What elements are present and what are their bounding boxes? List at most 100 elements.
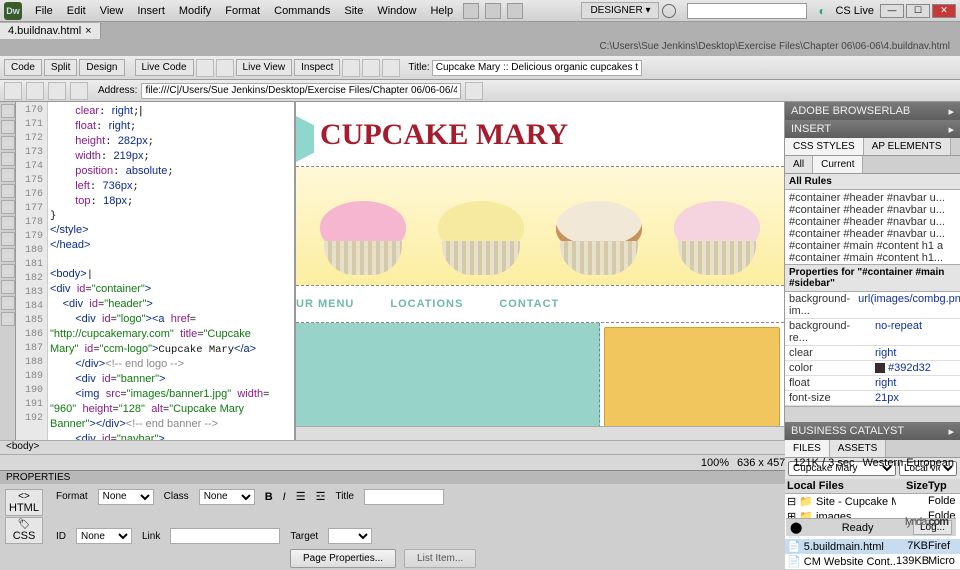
extend-icon[interactable] <box>485 3 501 19</box>
refresh-icon[interactable] <box>362 59 380 77</box>
title-label: Title: <box>408 62 429 73</box>
tool-icon[interactable] <box>1 264 15 278</box>
tool-icon[interactable] <box>1 216 15 230</box>
go-icon[interactable] <box>465 82 483 100</box>
col-localfiles[interactable]: Local Files <box>787 480 896 492</box>
tool-icon[interactable] <box>1 120 15 134</box>
menu-site[interactable]: Site <box>337 5 370 17</box>
livecode-icon[interactable] <box>216 59 234 77</box>
tab-css-styles[interactable]: CSS STYLES <box>785 138 864 155</box>
col-size[interactable]: Size <box>896 480 928 492</box>
business-catalyst-panel[interactable]: BUSINESS CATALYST▸ <box>785 422 960 440</box>
search-icon <box>662 4 676 18</box>
ol-button[interactable]: ☲ <box>316 490 326 503</box>
code-toolbar <box>0 102 16 440</box>
zoom-level[interactable]: 100% <box>701 457 729 469</box>
tool-icon[interactable] <box>1 200 15 214</box>
cslive-icon: ◐ <box>818 4 832 18</box>
id-select[interactable]: None <box>76 528 132 544</box>
tab-files[interactable]: FILES <box>785 440 830 457</box>
stop-icon[interactable] <box>48 82 66 100</box>
status-bar: 100% 636 x 457 121K / 3 sec Western Euro… <box>0 454 960 470</box>
menu-commands[interactable]: Commands <box>267 5 337 17</box>
inspect-button[interactable]: Inspect <box>294 59 340 76</box>
tool-icon[interactable] <box>1 296 15 310</box>
nav-menu[interactable]: UR MENU <box>296 298 354 310</box>
horizontal-scrollbar[interactable] <box>296 426 784 440</box>
bold-button[interactable]: B <box>265 491 273 503</box>
menu-help[interactable]: Help <box>423 5 460 17</box>
title-field[interactable] <box>432 60 642 76</box>
tool-icon[interactable] <box>1 136 15 150</box>
browserlab-panel[interactable]: ADOBE BROWSERLAB▸ <box>785 102 960 120</box>
main-area: 170 171 172 173 174 175 176 177 178 179 … <box>0 102 960 440</box>
menu-file[interactable]: File <box>28 5 60 17</box>
address-field[interactable] <box>141 83 461 99</box>
css-all-button[interactable]: All <box>785 156 813 173</box>
props-html-button[interactable]: <> HTML <box>5 489 43 516</box>
page-size: 121K / 3 sec <box>793 457 854 469</box>
tab-ap-elements[interactable]: AP ELEMENTS <box>864 138 951 155</box>
maximize-button[interactable]: ☐ <box>906 4 930 18</box>
tab-assets[interactable]: ASSETS <box>830 440 886 457</box>
tool-icon[interactable] <box>1 152 15 166</box>
encoding[interactable]: Western European <box>862 457 954 469</box>
italic-button[interactable]: I <box>283 491 286 503</box>
menu-format[interactable]: Format <box>218 5 267 17</box>
liveview-button[interactable]: Live View <box>236 59 293 76</box>
nav-locations[interactable]: LOCATIONS <box>390 298 463 310</box>
split-view-button[interactable]: Split <box>44 59 77 76</box>
back-icon[interactable] <box>4 82 22 100</box>
cslive-button[interactable]: CS Live <box>835 5 874 17</box>
tool-icon[interactable] <box>1 168 15 182</box>
menu-window[interactable]: Window <box>370 5 423 17</box>
document-tab[interactable]: 4.buildnav.html × <box>0 23 101 39</box>
livecode-button[interactable]: Live Code <box>135 59 194 76</box>
format-select[interactable]: None <box>98 489 154 505</box>
menu-bar: Dw File Edit View Insert Modify Format C… <box>0 0 960 22</box>
layout-icon[interactable] <box>463 3 479 19</box>
site-icon[interactable] <box>507 3 523 19</box>
tool-icon[interactable] <box>1 312 15 326</box>
watermark: lynda.com <box>905 504 948 532</box>
insert-panel[interactable]: INSERT▸ <box>785 120 960 138</box>
menu-edit[interactable]: Edit <box>60 5 93 17</box>
document-tab-label: 4.buildnav.html <box>8 25 81 37</box>
css-current-button[interactable]: Current <box>813 156 863 173</box>
page-properties-button[interactable]: Page Properties... <box>290 549 396 568</box>
menu-modify[interactable]: Modify <box>172 5 218 17</box>
link-input[interactable] <box>170 528 280 544</box>
class-select[interactable]: None <box>199 489 255 505</box>
forward-icon[interactable] <box>26 82 44 100</box>
target-select[interactable] <box>328 528 372 544</box>
preview-content <box>296 323 600 433</box>
ul-button[interactable]: ☰ <box>296 490 306 503</box>
minimize-button[interactable]: — <box>880 4 904 18</box>
design-preview[interactable]: CUPCAKE MARY UR MENU LOCATIONS CONTACT <box>296 102 785 440</box>
search-input[interactable] <box>687 3 807 19</box>
options-icon[interactable] <box>382 59 400 77</box>
tool-icon[interactable] <box>1 248 15 262</box>
tab-close-icon[interactable]: × <box>85 25 91 37</box>
workspace-switcher[interactable]: DESIGNER ▾ <box>581 2 659 19</box>
code-editor[interactable]: clear: right;| float: right; height: 282… <box>48 102 296 440</box>
menu-insert[interactable]: Insert <box>130 5 172 17</box>
close-button[interactable]: ✕ <box>932 4 956 18</box>
list-item-button: List Item... <box>404 549 476 568</box>
browser-icon[interactable] <box>342 59 360 77</box>
css-rules-list[interactable]: #container #header #navbar u...#containe… <box>785 190 960 264</box>
design-view-button[interactable]: Design <box>79 59 124 76</box>
inspect-icon[interactable] <box>196 59 214 77</box>
tool-icon[interactable] <box>1 104 15 118</box>
title-input[interactable] <box>364 489 444 505</box>
col-type[interactable]: Typ <box>928 480 958 492</box>
nav-contact[interactable]: CONTACT <box>499 298 559 310</box>
app-logo: Dw <box>4 2 22 20</box>
css-property-grid[interactable]: background-im...url(images/combg.png)bac… <box>785 292 960 406</box>
menu-view[interactable]: View <box>93 5 131 17</box>
tool-icon[interactable] <box>1 280 15 294</box>
home-icon[interactable] <box>70 82 88 100</box>
tool-icon[interactable] <box>1 232 15 246</box>
tool-icon[interactable] <box>1 184 15 198</box>
code-view-button[interactable]: Code <box>4 59 42 76</box>
